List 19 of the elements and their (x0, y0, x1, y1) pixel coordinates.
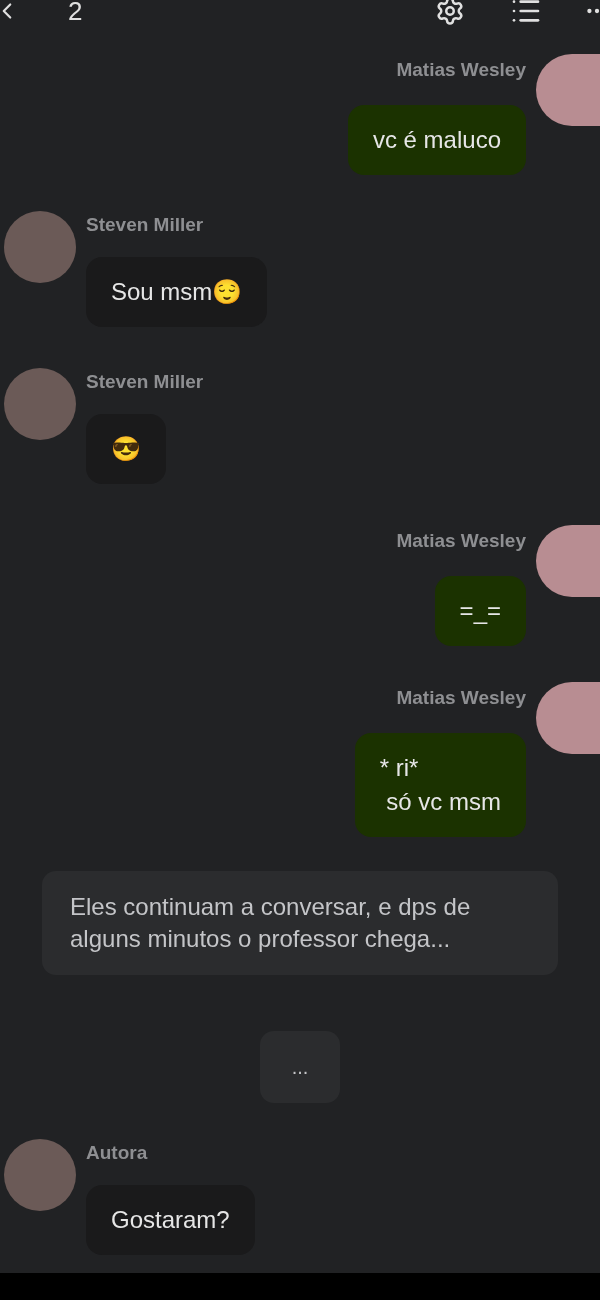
message-bubble: vc é maluco (347, 105, 526, 175)
message-bubble: 😎 (86, 414, 166, 484)
avatar[interactable] (536, 54, 600, 126)
message-bubble: =_= (434, 576, 526, 646)
page-number: 2 (68, 0, 83, 28)
author-name: Steven Miller (86, 370, 204, 394)
author-name: Matias Wesley (396, 686, 526, 710)
narration-text: Eles continuam a conversar, e dps de alguns minutos o professor chega... (42, 871, 558, 975)
message-bubble: * ri* só vc msm (354, 733, 526, 837)
message-bubble: Gostaram? (86, 1185, 255, 1255)
avatar[interactable] (536, 682, 600, 754)
avatar[interactable] (536, 525, 600, 597)
author-name: Matias Wesley (396, 529, 526, 553)
settings-icon[interactable] (435, 0, 465, 26)
author-name: Autora (86, 1141, 148, 1165)
ellipsis-bubble: ... (260, 1031, 340, 1103)
author-name: Matias Wesley (396, 58, 526, 82)
message-bubble: Sou msm😌 (86, 257, 268, 327)
author-name: Steven Miller (86, 213, 204, 237)
